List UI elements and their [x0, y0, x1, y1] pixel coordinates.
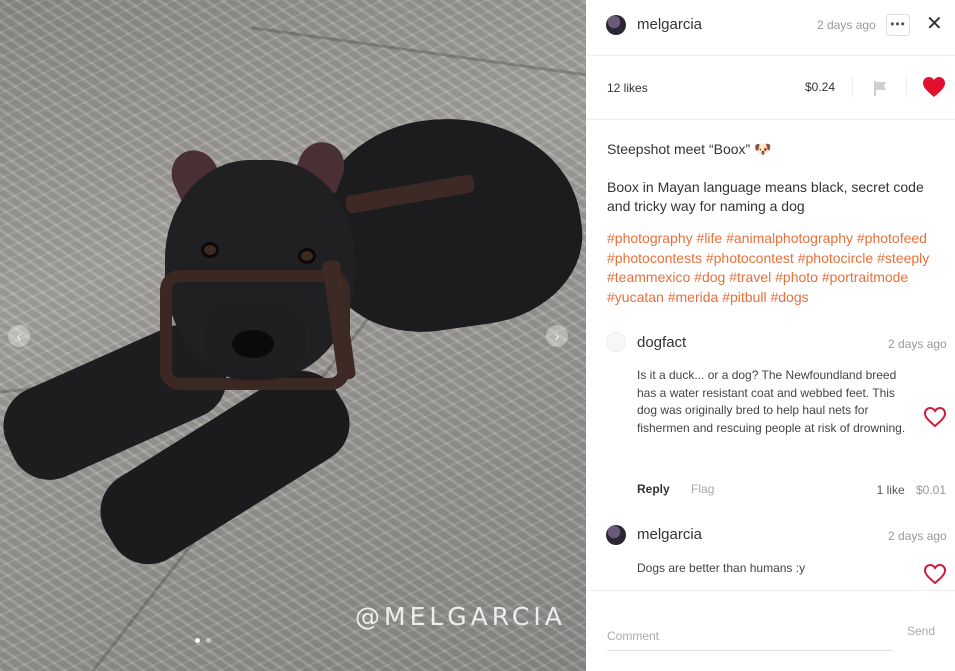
post-header: melgarcia 2 days ago ••• ✕ — [586, 0, 955, 56]
hashtag-link[interactable]: #travel — [729, 269, 771, 285]
hashtag-link[interactable]: #photocontests — [607, 250, 702, 266]
flag-icon[interactable] — [872, 80, 888, 96]
hashtag-link[interactable]: #photo — [775, 269, 818, 285]
dog-nose — [232, 330, 274, 358]
comment-likes[interactable]: 1 like — [877, 483, 905, 497]
comment-time: 2 days ago — [888, 337, 947, 351]
avatar[interactable] — [606, 15, 626, 35]
comment-time: 2 days ago — [888, 529, 947, 543]
hashtag-link[interactable]: #teammexico — [607, 269, 690, 285]
divider — [906, 76, 907, 98]
comment-actions: Reply Flag — [637, 482, 714, 496]
dog-eye — [298, 248, 316, 264]
likes-count[interactable]: 12 likes — [607, 81, 648, 95]
comment-text: Dogs are better than humans :y — [637, 561, 806, 575]
post-stats: 12 likes $0.24 — [586, 56, 955, 120]
hashtag-link[interactable]: #merida — [668, 289, 719, 305]
like-heart-icon[interactable] — [922, 76, 946, 98]
hashtag-link[interactable]: #dogs — [770, 289, 808, 305]
hashtag-link[interactable]: #photocontest — [706, 250, 794, 266]
photo-pagination — [195, 638, 211, 643]
hashtag-link[interactable]: #yucatan — [607, 289, 664, 305]
post-photo: ‹ › @MELGARCIA — [0, 0, 586, 671]
pagination-dot[interactable] — [195, 638, 200, 643]
more-options-button[interactable]: ••• — [886, 14, 910, 36]
photo-watermark: @MELGARCIA — [355, 602, 566, 631]
post-details-panel: melgarcia 2 days ago ••• ✕ 12 likes $0.2… — [586, 0, 955, 671]
reply-button[interactable]: Reply — [637, 482, 670, 496]
comment-username[interactable]: dogfact — [637, 334, 686, 351]
hashtag-link[interactable]: #dog — [694, 269, 725, 285]
comment-text: Is it a duck... or a dog? The Newfoundla… — [637, 368, 906, 435]
post-title: Steepshot meet “Boox” 🐶 — [607, 141, 772, 157]
post-description: Boox in Mayan language means black, secr… — [607, 179, 924, 214]
hashtag-link[interactable]: #photofeed — [857, 230, 927, 246]
author-username[interactable]: melgarcia — [637, 16, 702, 33]
flag-comment-button[interactable]: Flag — [691, 482, 714, 496]
floor-tile-seam — [251, 26, 586, 77]
post-tags: #photography #life #animalphotography #p… — [607, 229, 947, 307]
send-button[interactable]: Send — [907, 624, 935, 638]
post-content: Steepshot meet “Boox” 🐶 Boox in Mayan la… — [607, 141, 947, 307]
hashtag-link[interactable]: #photography — [607, 230, 693, 246]
hashtag-link[interactable]: #pitbull — [722, 289, 766, 305]
comment-like-heart-icon[interactable] — [923, 406, 947, 428]
comment-composer: Send — [586, 590, 955, 671]
comment-input[interactable] — [607, 621, 892, 651]
avatar[interactable] — [606, 525, 626, 545]
dog-eye — [201, 242, 219, 258]
avatar[interactable] — [606, 332, 626, 352]
hashtag-link[interactable]: #photocircle — [798, 250, 874, 266]
comment-payout: $0.01 — [915, 483, 946, 497]
prev-photo-button[interactable]: ‹ — [8, 325, 30, 347]
comment-like-heart-icon[interactable] — [923, 563, 947, 585]
pagination-dot[interactable] — [206, 638, 211, 643]
hashtag-link[interactable]: #life — [697, 230, 723, 246]
hashtag-link[interactable]: #animalphotography — [726, 230, 853, 246]
post-time: 2 days ago — [817, 18, 876, 32]
comment-meta: 1 like $0.01 — [877, 483, 946, 497]
post-payout: $0.24 — [805, 80, 836, 94]
divider — [852, 76, 853, 98]
hashtag-link[interactable]: #portraitmode — [822, 269, 908, 285]
comment-username[interactable]: melgarcia — [637, 526, 702, 543]
close-icon[interactable]: ✕ — [926, 13, 943, 35]
next-photo-button[interactable]: › — [546, 325, 568, 347]
hashtag-link[interactable]: #steeply — [877, 250, 929, 266]
